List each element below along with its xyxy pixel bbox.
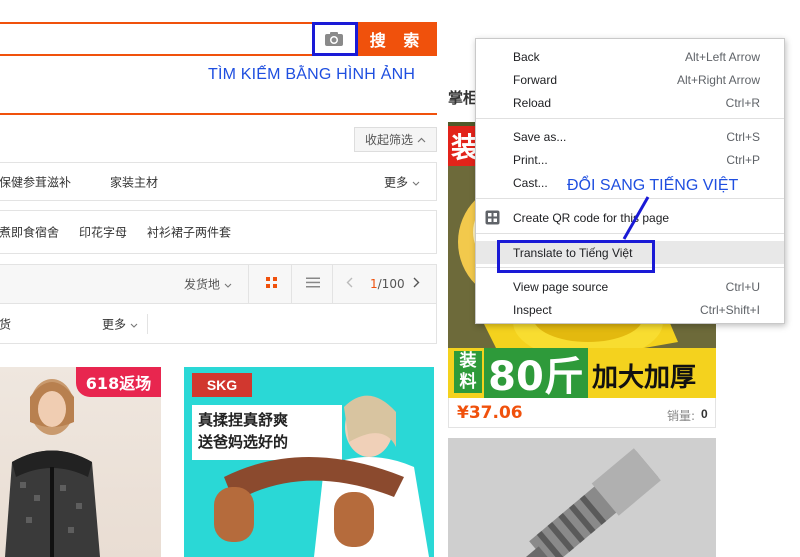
menu-item-view-source[interactable]: View page source Ctrl+U — [476, 275, 784, 298]
product-image[interactable] — [448, 438, 716, 557]
chevron-down-icon — [224, 283, 232, 288]
menu-separator — [476, 118, 784, 119]
chevron-right-icon — [413, 277, 420, 288]
menu-item-label: Reload — [513, 95, 552, 110]
ship-from-label: 发货地 — [184, 277, 221, 292]
list-view-button[interactable] — [306, 277, 320, 292]
filter-row-tags: 煮即食宿舍 印花字母 衬衫裙子两件套 — [0, 210, 437, 254]
annotation-arrow — [622, 196, 650, 240]
filter-option[interactable]: 印花字母 — [79, 224, 127, 241]
menu-item-shortcut: Ctrl+U — [725, 279, 760, 294]
filter-option[interactable]: 货 — [0, 315, 11, 332]
menu-item-reload[interactable]: Reload Ctrl+R — [476, 91, 784, 114]
menu-item-shortcut: Alt+Right Arrow — [676, 72, 760, 87]
sort-bar-secondary: 货 更多 — [0, 304, 437, 344]
menu-item-inspect[interactable]: Inspect Ctrl+Shift+I — [476, 298, 784, 321]
menu-item-shortcut: Ctrl+P — [726, 152, 760, 167]
menu-item-label: Forward — [513, 72, 558, 87]
collapse-filters-label: 收起筛选 — [364, 133, 413, 147]
menu-item-label: Save as... — [513, 129, 567, 144]
list-view-icon — [306, 277, 320, 288]
grid-view-button[interactable] — [265, 276, 278, 292]
product-image[interactable]: SKG 真揉捏真舒爽 送爸妈选好的 — [184, 367, 434, 557]
grid-view-icon — [266, 277, 277, 288]
chevron-left-icon — [346, 277, 353, 288]
product-info: ¥37.06 销量: 0 — [448, 398, 716, 428]
spark-plug-image — [448, 438, 716, 557]
menu-item-print[interactable]: Print... Ctrl+P — [476, 148, 784, 171]
more-label: 更多 — [102, 317, 127, 331]
banner-label: 装料 — [454, 351, 482, 393]
qr-code-icon — [485, 210, 500, 225]
divider — [0, 113, 437, 115]
sort-bar: 发货地 1/100 — [0, 264, 437, 304]
product-banner: 装料 80斤 加大加厚 — [448, 348, 716, 398]
product-image[interactable]: 618返场 — [0, 367, 161, 557]
next-page-button[interactable] — [413, 277, 420, 291]
sales-count: 0 — [701, 407, 708, 421]
banner-weight: 80斤 — [484, 348, 588, 398]
ship-from-dropdown[interactable]: 发货地 — [184, 276, 232, 293]
menu-item-forward[interactable]: Forward Alt+Right Arrow — [476, 68, 784, 91]
page-total: /100 — [377, 277, 405, 291]
menu-item-label: Cast... — [513, 175, 548, 190]
search-input[interactable] — [0, 22, 358, 56]
more-button[interactable]: 更多 — [102, 315, 138, 332]
filter-option[interactable]: 衬衫裙子两件套 — [147, 224, 231, 241]
menu-item-label: Back — [513, 49, 540, 64]
filter-option[interactable]: 家装主材 — [110, 173, 158, 190]
menu-item-label: Inspect — [513, 302, 552, 317]
filter-option[interactable]: 保健参茸滋补 — [0, 173, 71, 190]
product-price: ¥37.06 — [457, 403, 523, 423]
prev-page-button[interactable] — [346, 277, 353, 291]
translate-annotation: ĐỔI SANG TIẾNG VIỆT — [567, 177, 739, 194]
banner-tagline: 加大加厚 — [592, 363, 697, 393]
filter-option[interactable]: 煮即食宿舍 — [0, 224, 59, 241]
more-label: 更多 — [384, 175, 409, 189]
camera-highlight-box — [312, 22, 358, 56]
menu-item-label: Print... — [513, 152, 548, 167]
menu-item-shortcut: Alt+Left Arrow — [684, 49, 760, 64]
menu-item-shortcut: Ctrl+R — [725, 95, 760, 110]
page-current: 1 — [370, 277, 378, 291]
promo-badge: 618返场 — [76, 367, 161, 397]
more-button[interactable]: 更多 — [384, 173, 420, 190]
filter-row-categories: 保健参茸滋补 家装主材 更多 — [0, 162, 437, 201]
sales-label: 销量: — [667, 409, 696, 423]
page-indicator: 1/100 — [370, 277, 405, 291]
massager-model-image — [214, 395, 429, 557]
menu-item-shortcut: Ctrl+Shift+I — [699, 302, 760, 317]
chevron-down-icon — [130, 323, 138, 328]
menu-item-shortcut: Ctrl+S — [726, 129, 760, 144]
search-button[interactable]: 搜 索 — [358, 22, 437, 56]
chevron-down-icon — [412, 181, 420, 186]
chevron-up-icon — [417, 137, 426, 142]
menu-item-label: View page source — [513, 279, 609, 294]
collapse-filters-button[interactable]: 收起筛选 — [354, 127, 437, 152]
menu-item-save-as[interactable]: Save as... Ctrl+S — [476, 125, 784, 148]
section-title: 掌柜 — [448, 89, 479, 107]
image-search-annotation: TÌM KIẾM BẰNG HÌNH ẢNH — [208, 66, 416, 83]
menu-item-back[interactable]: Back Alt+Left Arrow — [476, 45, 784, 68]
translate-highlight-box — [497, 240, 655, 273]
